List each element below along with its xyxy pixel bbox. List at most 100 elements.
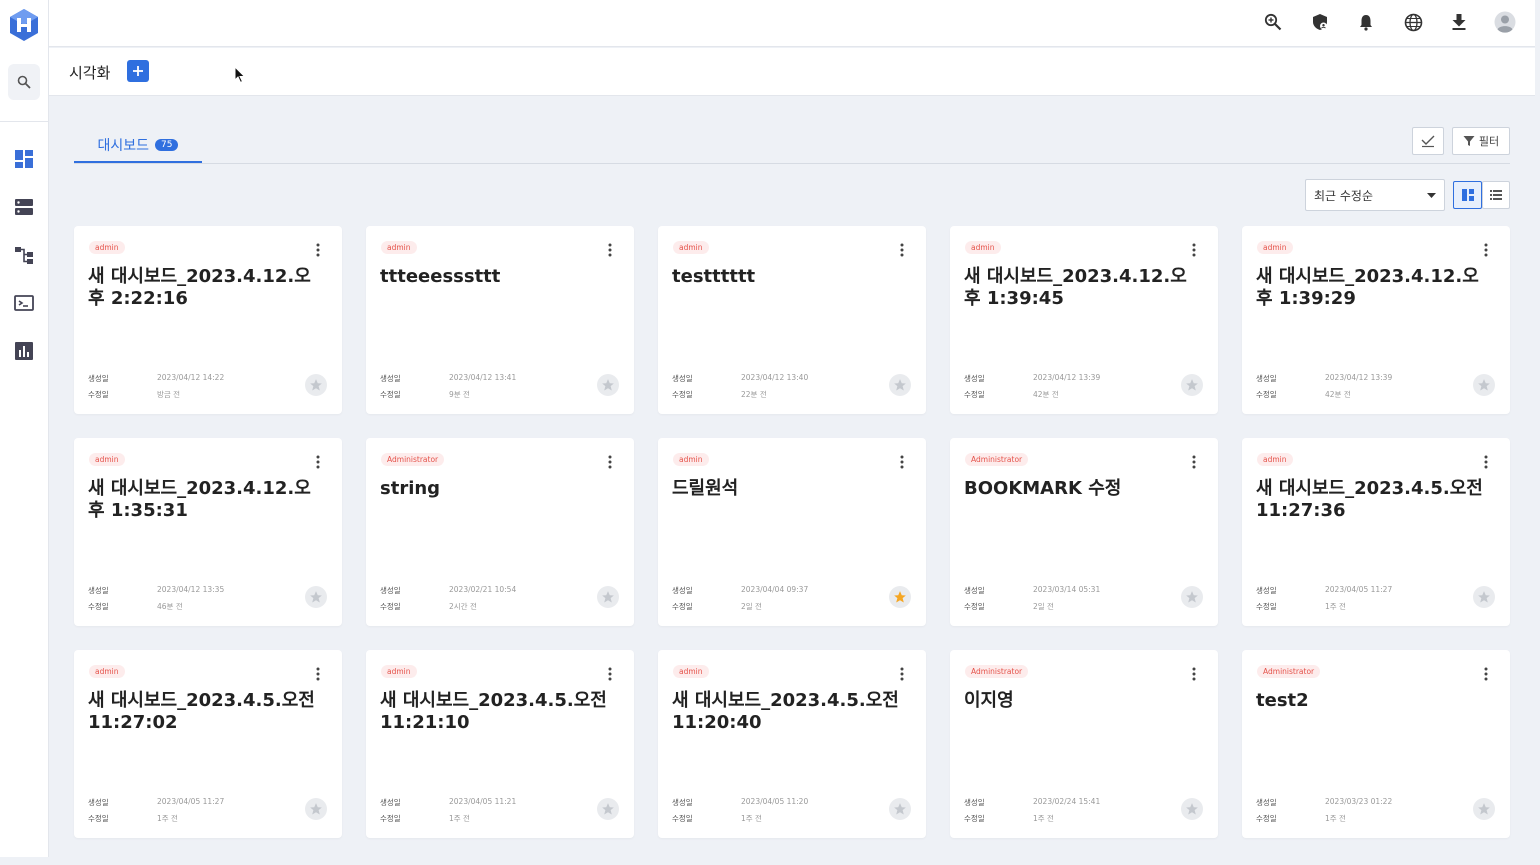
dashboard-card[interactable]: Administrator 이지영 생성일 2023/02/24 15:41 수…: [950, 650, 1218, 838]
card-title[interactable]: string: [380, 478, 616, 500]
more-menu-icon[interactable]: [602, 666, 618, 682]
card-title[interactable]: 새 대시보드_2023.4.12.오후 1:35:31: [88, 478, 324, 522]
more-menu-icon[interactable]: [1478, 454, 1494, 470]
star-icon[interactable]: [1473, 586, 1495, 608]
chart-icon[interactable]: [12, 339, 36, 363]
more-menu-icon[interactable]: [310, 242, 326, 258]
dashboard-card[interactable]: admin 새 대시보드_2023.4.12.오후 1:39:29 생성일 20…: [1242, 226, 1510, 414]
more-menu-icon[interactable]: [894, 666, 910, 682]
star-icon[interactable]: [1473, 374, 1495, 396]
modified-value: 46분 전: [157, 602, 183, 611]
search-icon[interactable]: [8, 64, 40, 100]
storage-icon[interactable]: [12, 195, 36, 219]
dashboard-card[interactable]: admin 새 대시보드_2023.4.12.오후 1:39:45 생성일 20…: [950, 226, 1218, 414]
star-icon[interactable]: [597, 586, 619, 608]
user-avatar-icon[interactable]: [1493, 10, 1517, 34]
more-menu-icon[interactable]: [1186, 666, 1202, 682]
card-title[interactable]: 새 대시보드_2023.4.5.오전 11:20:40: [672, 690, 908, 734]
list-view-button[interactable]: [1482, 181, 1510, 209]
created-label: 생성일: [88, 798, 109, 807]
star-icon[interactable]: [1181, 798, 1203, 820]
card-title[interactable]: 새 대시보드_2023.4.5.오전 11:27:02: [88, 690, 324, 734]
star-icon[interactable]: [305, 586, 327, 608]
sort-select[interactable]: 최근 수정순: [1305, 179, 1445, 211]
owner-badge: admin: [673, 241, 709, 254]
grid-view-button[interactable]: [1453, 181, 1482, 209]
card-title[interactable]: 새 대시보드_2023.4.12.오후 1:39:29: [1256, 266, 1492, 310]
card-title[interactable]: 드릴원석: [672, 478, 908, 500]
star-icon[interactable]: [1181, 586, 1203, 608]
card-title[interactable]: 새 대시보드_2023.4.5.오전 11:27:36: [1256, 478, 1492, 522]
owner-badge: Administrator: [381, 453, 445, 466]
filter-button[interactable]: 필터: [1452, 127, 1510, 155]
created-value: 2023/04/12 14:22: [157, 373, 225, 382]
dashboard-card[interactable]: Administrator string 생성일 2023/02/21 10:5…: [366, 438, 634, 626]
add-button[interactable]: [127, 60, 149, 82]
dashboard-card[interactable]: admin 새 대시보드_2023.4.12.오후 2:22:16 생성일 20…: [74, 226, 342, 414]
more-menu-icon[interactable]: [894, 454, 910, 470]
sort-selected-value: 최근 수정순: [1314, 188, 1374, 203]
flow-icon[interactable]: [12, 243, 36, 267]
dashboard-card[interactable]: admin 새 대시보드_2023.4.5.오전 11:20:40 생성일 20…: [658, 650, 926, 838]
dashboard-card[interactable]: Administrator BOOKMARK 수정 생성일 2023/03/14…: [950, 438, 1218, 626]
star-icon[interactable]: [889, 798, 911, 820]
star-icon[interactable]: [1473, 798, 1495, 820]
owner-badge: admin: [381, 665, 417, 678]
more-menu-icon[interactable]: [1186, 242, 1202, 258]
more-menu-icon[interactable]: [310, 666, 326, 682]
sidebar: [0, 0, 49, 857]
star-icon[interactable]: [305, 798, 327, 820]
star-icon[interactable]: [889, 586, 911, 608]
select-mode-button[interactable]: [1412, 127, 1444, 155]
card-title[interactable]: 새 대시보드_2023.4.12.오후 1:39:45: [964, 266, 1200, 310]
bell-icon[interactable]: [1354, 10, 1378, 34]
star-icon[interactable]: [889, 374, 911, 396]
card-title[interactable]: ttteeesssttt: [380, 266, 616, 288]
owner-badge: Administrator: [965, 665, 1029, 678]
created-label: 생성일: [672, 586, 693, 595]
created-value: 2023/02/24 15:41: [1033, 797, 1101, 806]
created-row: 생성일 2023/04/04 09:37: [672, 585, 808, 596]
star-icon[interactable]: [305, 374, 327, 396]
dashboard-card[interactable]: admin 새 대시보드_2023.4.5.오전 11:27:36 생성일 20…: [1242, 438, 1510, 626]
more-menu-icon[interactable]: [894, 242, 910, 258]
terminal-icon[interactable]: [12, 291, 36, 315]
shield-user-icon[interactable]: [1308, 10, 1332, 34]
star-icon[interactable]: [1181, 374, 1203, 396]
star-icon[interactable]: [597, 374, 619, 396]
card-title[interactable]: 이지영: [964, 690, 1200, 712]
modified-label: 수정일: [88, 602, 109, 611]
more-menu-icon[interactable]: [1186, 454, 1202, 470]
dashboard-card[interactable]: admin testttttt 생성일 2023/04/12 13:40 수정일…: [658, 226, 926, 414]
more-menu-icon[interactable]: [602, 242, 618, 258]
zoom-icon[interactable]: [1261, 10, 1285, 34]
modified-value: 42분 전: [1033, 390, 1059, 399]
more-menu-icon[interactable]: [602, 454, 618, 470]
created-label: 생성일: [380, 586, 401, 595]
globe-icon[interactable]: [1401, 10, 1425, 34]
owner-badge: Administrator: [1257, 665, 1321, 678]
dashboard-icon[interactable]: [12, 147, 36, 171]
dashboard-card[interactable]: Administrator test2 생성일 2023/03/23 01:22…: [1242, 650, 1510, 838]
logo-icon[interactable]: [9, 8, 39, 42]
dashboard-card[interactable]: admin 드릴원석 생성일 2023/04/04 09:37 수정일 2일 전: [658, 438, 926, 626]
card-title[interactable]: test2: [1256, 690, 1492, 712]
dashboard-card[interactable]: admin ttteeesssttt 생성일 2023/04/12 13:41 …: [366, 226, 634, 414]
card-title[interactable]: 새 대시보드_2023.4.5.오전 11:21:10: [380, 690, 616, 734]
card-title[interactable]: BOOKMARK 수정: [964, 478, 1200, 500]
card-title[interactable]: 새 대시보드_2023.4.12.오후 2:22:16: [88, 266, 324, 310]
modified-label: 수정일: [88, 390, 109, 399]
download-icon[interactable]: [1447, 10, 1471, 34]
created-row: 생성일 2023/02/24 15:41: [964, 797, 1100, 808]
more-menu-icon[interactable]: [1478, 666, 1494, 682]
card-title[interactable]: testttttt: [672, 266, 908, 288]
dashboard-card[interactable]: admin 새 대시보드_2023.4.5.오전 11:21:10 생성일 20…: [366, 650, 634, 838]
star-icon[interactable]: [597, 798, 619, 820]
dashboard-card[interactable]: admin 새 대시보드_2023.4.5.오전 11:27:02 생성일 20…: [74, 650, 342, 838]
created-row: 생성일 2023/04/12 14:22: [88, 373, 224, 384]
created-row: 생성일 2023/04/12 13:41: [380, 373, 516, 384]
tab-dashboard[interactable]: 대시보드 75: [74, 128, 202, 164]
dashboard-card[interactable]: admin 새 대시보드_2023.4.12.오후 1:35:31 생성일 20…: [74, 438, 342, 626]
more-menu-icon[interactable]: [1478, 242, 1494, 258]
more-menu-icon[interactable]: [310, 454, 326, 470]
